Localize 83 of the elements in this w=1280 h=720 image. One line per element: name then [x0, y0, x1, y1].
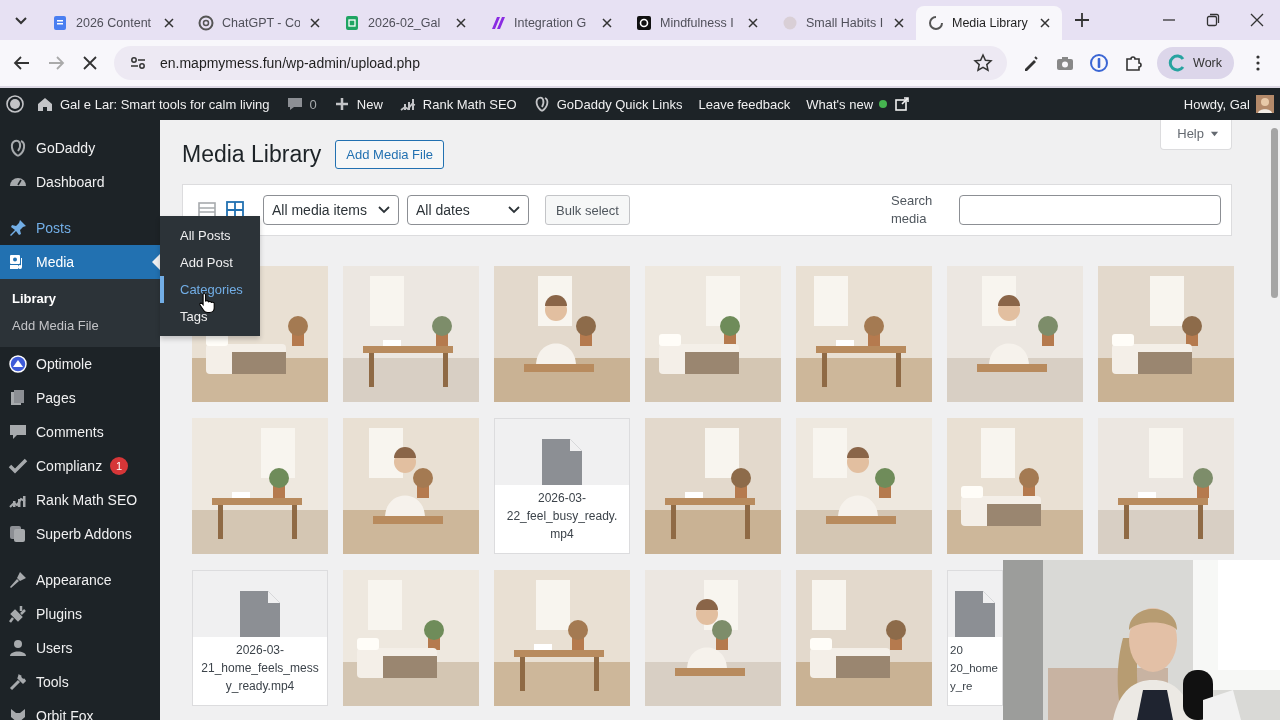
file-name: 2026-03- 22_feel_busy_ready. mp4 [495, 485, 629, 553]
restore-icon[interactable] [1206, 13, 1220, 27]
profile-button[interactable]: Work [1157, 47, 1234, 79]
comment-icon [285, 95, 304, 113]
close-icon[interactable] [746, 16, 760, 30]
sidebar-item[interactable]: Comments [0, 415, 160, 449]
file-tile[interactable]: 2026-03- 22_feel_busy_ready. mp4 [494, 418, 630, 554]
close-icon[interactable] [162, 16, 176, 30]
external-link-icon [893, 95, 912, 113]
avatar-icon[interactable] [1256, 95, 1274, 113]
bulk-select-button[interactable]: Bulk select [545, 195, 630, 225]
browser-tab[interactable]: Small Habits I [770, 6, 916, 40]
admin-bar-link[interactable]: New [328, 95, 387, 113]
sidebar-item[interactable]: GoDaddy [0, 131, 160, 165]
file-tile[interactable]: 20 20_home y_re [947, 570, 1003, 706]
sidebar-item[interactable]: Users [0, 631, 160, 665]
menu-item-icon [8, 138, 28, 158]
menu-item-icon [8, 354, 28, 374]
admin-bar-link[interactable]: GoDaddy Quick Links [528, 95, 687, 113]
file-name: 20 20_home y_re [948, 637, 1002, 705]
file-tile[interactable]: 2026-03- 21_home_feels_mess y_ready.mp4 [192, 570, 328, 706]
help-tab[interactable]: Help [1160, 120, 1232, 150]
close-icon[interactable] [600, 16, 614, 30]
flyout-item[interactable]: Add Post [160, 249, 260, 276]
menu-item-icon [8, 456, 28, 476]
close-icon[interactable] [1250, 13, 1264, 27]
greeting-link[interactable]: Howdy, Gal [1183, 96, 1250, 112]
browser-tab[interactable]: 2026-02_Gal [332, 6, 478, 40]
admin-bar-link[interactable]: Gal e Lar: Smart tools for calm living [32, 95, 274, 113]
menu-item-icon [8, 638, 28, 658]
sidebar-item[interactable]: Appearance [0, 563, 160, 597]
close-icon[interactable] [454, 16, 468, 30]
puzzle-icon[interactable] [1123, 53, 1144, 73]
admin-bar-link[interactable]: Leave feedback [694, 96, 795, 112]
close-icon[interactable] [1038, 16, 1052, 30]
status-dot [879, 100, 888, 108]
admin-bar-link[interactable]: Rank Math SEO [394, 95, 521, 113]
add-media-button[interactable]: Add Media File [335, 140, 445, 169]
menu-item-icon [8, 706, 28, 720]
sidebar-item[interactable]: Tools [0, 665, 160, 699]
browser-tab[interactable]: Integration G [478, 6, 624, 40]
sidebar-item[interactable]: Media [0, 245, 160, 279]
notification-badge: 1 [110, 457, 129, 475]
home-icon [36, 95, 54, 113]
search-label: Search media [891, 192, 934, 228]
chevron-down-icon [508, 206, 520, 214]
sidebar-item[interactable]: Superb Addons [0, 517, 160, 551]
sidebar-item[interactable]: Rank Math SEO [0, 483, 160, 517]
browser-tab[interactable]: ChatGPT - Co [186, 6, 332, 40]
menu-item-icon [8, 218, 28, 238]
sidebar-item[interactable]: Plugins [0, 597, 160, 631]
chevron-down-icon [378, 206, 390, 214]
sidebar-item[interactable]: Complianz 1 [0, 449, 160, 483]
close-icon[interactable] [892, 16, 906, 30]
comments-link[interactable]: 0 [281, 95, 321, 113]
menu-item-icon [8, 570, 28, 590]
close-icon[interactable] [308, 16, 322, 30]
filter-dropdown[interactable]: All media items [263, 195, 399, 225]
search-field[interactable] [959, 195, 1221, 225]
key-circle-icon[interactable] [1089, 53, 1110, 73]
admin-bar-link[interactable]: What's new [802, 95, 916, 113]
wordpress-logo-icon[interactable] [6, 95, 24, 113]
browser-tab[interactable]: Media Library [916, 6, 1062, 40]
flyout-item[interactable]: Tags [160, 303, 260, 330]
address-bar[interactable]: en.mapmymess.fun/wp-admin/upload.php [114, 46, 1008, 80]
sidebar-item[interactable]: Pages [0, 381, 160, 415]
caret-icon [1210, 129, 1219, 138]
menu-item-icon [8, 524, 28, 544]
submenu-item[interactable]: Add Media File [0, 312, 160, 339]
sidebar-item[interactable]: Dashboard [0, 165, 160, 199]
flyout-item[interactable]: All Posts [160, 222, 260, 249]
browser-tab[interactable]: 2026 Content [40, 6, 186, 40]
menu-item-icon [8, 422, 28, 442]
menu-item-icon [8, 672, 28, 692]
sidebar-item[interactable]: Optimole [0, 347, 160, 381]
file-name: 2026-03- 21_home_feels_mess y_ready.mp4 [193, 637, 327, 705]
sidebar-item[interactable]: Posts [0, 211, 160, 245]
menu-item-icon [8, 604, 28, 624]
browser-tab[interactable]: Mindfulness I [624, 6, 770, 40]
page-title: Media Library [182, 141, 322, 168]
submenu-item[interactable]: Library [0, 285, 160, 312]
star-icon[interactable] [973, 53, 994, 73]
filter-dropdown[interactable]: All dates [407, 195, 529, 225]
